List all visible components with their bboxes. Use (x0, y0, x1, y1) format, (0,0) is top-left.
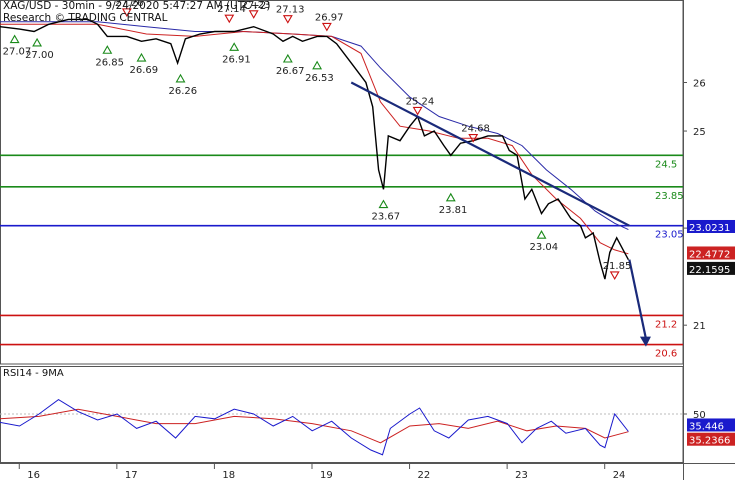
x-tick-label: 23 (515, 470, 528, 480)
swing-high-marker (609, 271, 620, 281)
swing-low-label: 26.85 (95, 57, 124, 68)
rsi-panel-label: RSI14 - 9MA (3, 368, 64, 379)
swing-low-marker (32, 37, 43, 47)
x-tick-label: 16 (27, 470, 40, 480)
level-label: 21.2 (655, 319, 677, 330)
level-label: 20.6 (655, 349, 677, 360)
swing-low-marker (312, 60, 323, 70)
swing-low-label: 27.00 (25, 50, 54, 61)
level-label: 23.85 (655, 191, 684, 202)
price-line (0, 18, 630, 280)
x-tick-label: 22 (418, 470, 431, 480)
price-tag-label: 23.0231 (689, 223, 730, 234)
rsi-value-tag-label: 35.446 (689, 421, 724, 432)
swing-low-marker (229, 42, 240, 51)
swing-high-label: 26.97 (315, 12, 344, 23)
swing-high-marker (321, 22, 332, 32)
swing-low-label: 26.26 (169, 86, 198, 97)
swing-low-marker (445, 192, 456, 202)
swing-high-marker (412, 106, 423, 116)
chart-stage: 26252321501617181922232424.523.8523.0521… (0, 0, 735, 480)
x-tick-label: 24 (613, 470, 626, 480)
price-tag-label: 22.4772 (689, 249, 730, 260)
level-label: 23.05 (655, 230, 684, 241)
swing-high-marker (224, 14, 235, 24)
swing-low-marker (9, 34, 20, 44)
swing-high-label: 24.68 (461, 124, 490, 135)
x-tick-label: 19 (320, 470, 333, 480)
swing-low-label: 26.67 (276, 66, 305, 77)
swing-low-marker (136, 52, 147, 62)
y-tick-label: 26 (693, 79, 706, 90)
rsi-value-tag-label: 35.2366 (689, 436, 730, 447)
main-panel-frame (0, 0, 684, 365)
swing-low-label: 26.69 (129, 65, 158, 76)
chart-header-symbol: XAG/USD - 30min - 9/24/2020 5:47:27 AM (… (3, 0, 271, 12)
swing-high-label: 25.24 (406, 96, 435, 107)
chart-header-source: Research © TRADING CENTRAL (3, 12, 168, 24)
x-tick-label: 18 (222, 470, 235, 480)
swing-low-marker (102, 45, 113, 54)
trendline (350, 81, 630, 227)
ma-slow-line (0, 21, 629, 231)
x-tick-label: 17 (125, 470, 138, 480)
swing-low-label: 23.81 (439, 205, 468, 216)
swing-low-marker (175, 73, 186, 83)
level-label: 24.5 (655, 159, 677, 170)
price-tag-label: 22.1595 (689, 265, 730, 276)
ma-fast-line (0, 23, 629, 255)
swing-high-marker (282, 15, 293, 24)
swing-low-label: 26.91 (222, 54, 251, 65)
rsi-ma-line (0, 408, 629, 444)
swing-low-label: 23.67 (371, 212, 400, 223)
swing-low-marker (378, 199, 389, 209)
swing-low-marker (282, 53, 293, 63)
swing-high-label: 21.85 (603, 261, 632, 272)
rsi-line (0, 398, 629, 456)
price-chart: 26252321501617181922232424.523.8523.0521… (0, 0, 735, 480)
y-tick-label: 21 (693, 321, 706, 332)
swing-low-label: 26.53 (305, 73, 334, 84)
swing-high-label: 27.13 (276, 5, 305, 16)
swing-low-marker (536, 230, 547, 239)
forecast-arrow-shaft (628, 259, 647, 339)
swing-low-label: 23.04 (530, 242, 559, 253)
y-tick-label: 25 (693, 127, 706, 138)
